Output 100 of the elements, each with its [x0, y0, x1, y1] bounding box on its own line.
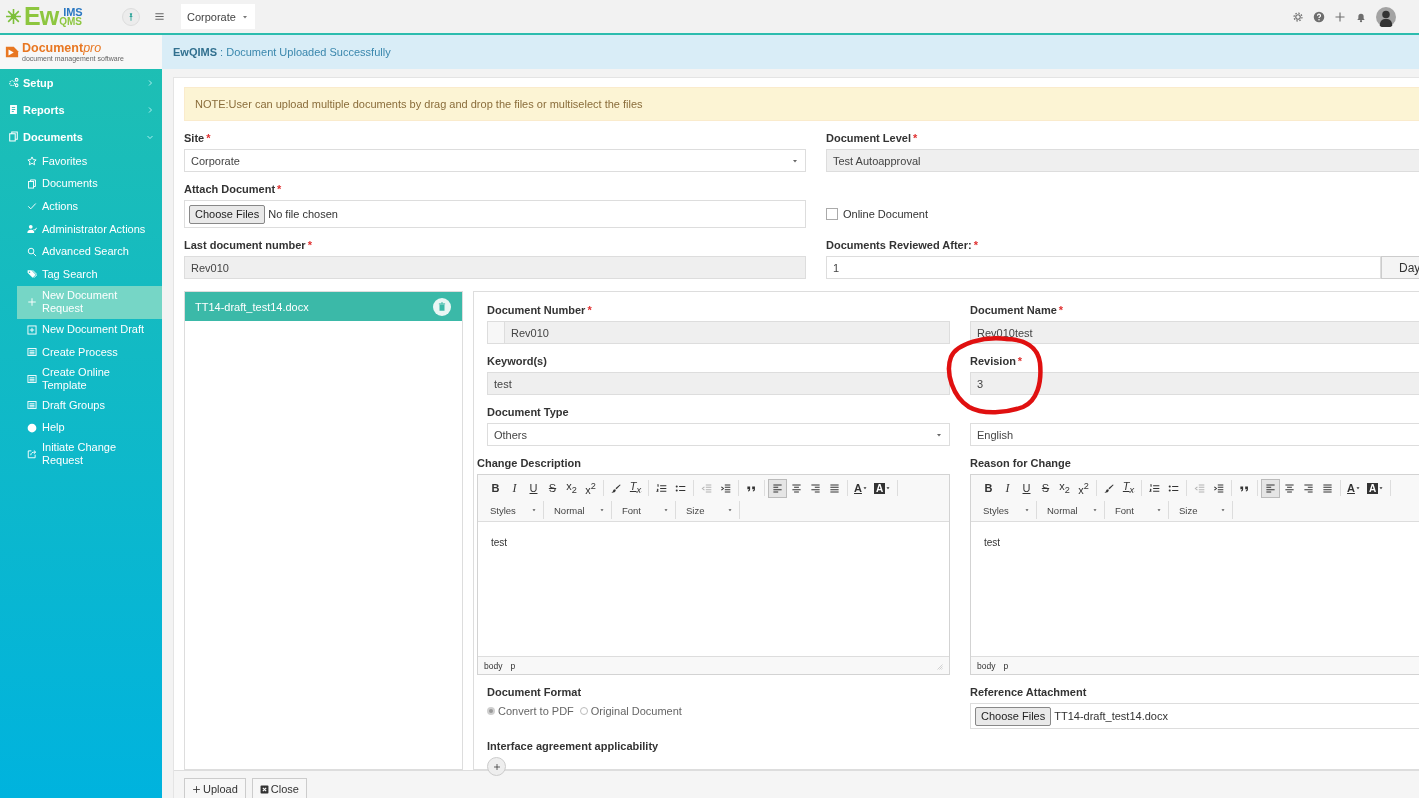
field-label: Interface agreement applicability [487, 739, 660, 753]
document-type-select[interactable]: Others [487, 423, 950, 446]
user-icon [27, 224, 37, 235]
brush-icon [1104, 482, 1115, 494]
menu-icon[interactable] [154, 11, 165, 22]
caret-icon [531, 507, 537, 513]
site-select[interactable]: Corporate [181, 4, 255, 29]
caret-icon [599, 507, 605, 513]
checkmark-icon [27, 201, 37, 212]
element-path-link[interactable]: body [977, 660, 996, 671]
underline-button[interactable]: U [1017, 478, 1036, 498]
brand-name: Documentpro [22, 41, 103, 55]
choose-files-button[interactable]: Choose Files [975, 706, 1052, 726]
align-left-button[interactable] [768, 478, 787, 498]
toolbar-dropdown[interactable]: Normal [550, 501, 612, 519]
language-field[interactable]: English [970, 423, 1419, 446]
list-icon [27, 373, 37, 384]
upload-button[interactable]: Upload [184, 778, 246, 798]
radio-button[interactable] [579, 707, 588, 715]
document-logo-icon [5, 45, 19, 59]
align-left-icon [772, 482, 783, 494]
numbered-icon [1149, 482, 1160, 494]
tag-icon [27, 269, 37, 280]
number-field[interactable]: 1 [826, 256, 1381, 279]
snowflake-icon [5, 8, 22, 25]
element-path-link[interactable]: body [484, 660, 503, 671]
bg-color-button[interactable]: A [1363, 478, 1388, 498]
indent-icon [1213, 482, 1224, 494]
caret-icon [1156, 507, 1162, 513]
bulleted-icon [1168, 482, 1179, 494]
search-icon [27, 246, 37, 257]
caret-icon [1354, 485, 1361, 491]
toolbar-dropdown[interactable]: Styles [979, 501, 1037, 519]
list-icon [27, 400, 37, 411]
report-icon [8, 104, 19, 115]
caret-icon [1220, 507, 1226, 513]
field-addon [487, 321, 504, 344]
share-icon [27, 448, 37, 459]
field-label: Document Type [487, 405, 570, 419]
superscript-button[interactable]: x$^{2}$ [581, 478, 600, 498]
clear-button[interactable]: T$_{x}$ [626, 478, 645, 498]
radio-button[interactable] [487, 707, 495, 715]
text-field[interactable]: Test Autoapproval [826, 149, 1419, 172]
text-color-button[interactable]: A [1344, 478, 1364, 498]
text-field[interactable]: Rev010 [184, 256, 806, 279]
text-field[interactable]: 3 [970, 372, 1419, 395]
text-field[interactable]: Rev010 [504, 321, 950, 344]
star-icon [27, 156, 37, 167]
toolbar-dropdown[interactable]: Font [1111, 501, 1169, 519]
caret-icon [1092, 507, 1098, 513]
toolbar-dropdown[interactable]: Font [618, 501, 676, 519]
plus-square-icon [27, 324, 37, 335]
file-field[interactable]: Choose Files TT14-draft_test14.docx [970, 703, 1419, 729]
align-right-icon [810, 482, 821, 494]
checkbox-label: Online Document [843, 208, 928, 220]
text-field[interactable]: Rev010test [970, 321, 1419, 344]
underline-button[interactable]: U [524, 478, 543, 498]
caret-icon [1024, 507, 1030, 513]
strike-button[interactable]: S [543, 478, 562, 498]
bold-button[interactable]: B [486, 478, 505, 498]
logo-text: Ew [24, 4, 59, 29]
resize-handle-icon[interactable] [935, 661, 943, 670]
italic-button[interactable]: I [505, 478, 524, 498]
field-label: Revision * [970, 354, 1024, 368]
note-banner: NOTE:User can upload multiple documents by drag and drop the files or multiselect the files [184, 87, 1419, 121]
logo-text: QMS [59, 16, 83, 27]
field-label: Reason for Change [970, 456, 1072, 470]
element-path-link[interactable]: p [1003, 660, 1009, 671]
superscript-button[interactable]: x$^{2}$ [1074, 478, 1093, 498]
file-field[interactable]: Choose Files No file chosen [184, 200, 806, 228]
avatar-icon[interactable] [1376, 6, 1396, 27]
bg-color-button[interactable]: A [870, 478, 895, 498]
toolbar-dropdown[interactable]: Size [682, 501, 740, 519]
subscript-button[interactable]: x$_{2}$ [562, 478, 581, 498]
toolbar-dropdown[interactable]: Normal [1043, 501, 1105, 519]
settings-icon[interactable] [1292, 10, 1304, 23]
close-button[interactable]: Close [251, 778, 307, 798]
site-select[interactable]: Corporate [184, 149, 806, 172]
numbered-icon [656, 482, 667, 494]
subscript-button[interactable]: x$_{2}$ [1055, 478, 1074, 498]
strike-button[interactable]: S [1036, 478, 1055, 498]
documents-icon [27, 178, 37, 189]
italic-button[interactable]: I [998, 478, 1017, 498]
toolbar-dropdown[interactable]: Styles [486, 501, 544, 519]
align-right-icon [1303, 482, 1314, 494]
text-color-button[interactable]: A [851, 478, 871, 498]
plus-icon[interactable] [1334, 10, 1346, 23]
element-path-link[interactable]: p [510, 660, 516, 671]
clear-button[interactable]: T$_{x}$ [1119, 478, 1138, 498]
align-left-button[interactable] [1261, 478, 1280, 498]
text-field[interactable]: test [487, 372, 950, 395]
caret-icon [663, 507, 669, 513]
documents-icon [8, 131, 19, 142]
field-label: Document Format [487, 685, 583, 699]
bold-button[interactable]: B [979, 478, 998, 498]
align-left-icon [1265, 482, 1276, 494]
checkbox[interactable] [826, 208, 838, 220]
field-label: Document Number * [487, 303, 593, 317]
choose-files-button[interactable]: Choose Files [189, 204, 266, 224]
toolbar-dropdown[interactable]: Size [1175, 501, 1233, 519]
